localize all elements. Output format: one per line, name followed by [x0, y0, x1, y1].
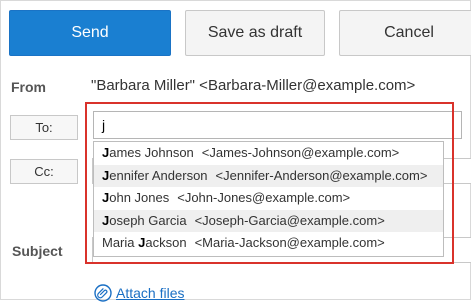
cancel-button[interactable]: Cancel	[339, 10, 471, 56]
from-label: From	[11, 79, 46, 95]
send-button[interactable]: Send	[9, 10, 171, 56]
save-draft-button[interactable]: Save as draft	[185, 10, 325, 56]
cc-button[interactable]: Cc:	[10, 159, 78, 184]
paperclip-icon	[94, 284, 112, 302]
attach-files-label: Attach files	[116, 285, 185, 301]
to-button[interactable]: To:	[10, 115, 78, 140]
subject-label: Subject	[12, 243, 63, 259]
attach-files-link[interactable]: Attach files	[94, 284, 184, 302]
highlight-box	[85, 102, 454, 264]
from-value: "Barbara Miller" <Barbara-Miller@example…	[91, 77, 416, 94]
